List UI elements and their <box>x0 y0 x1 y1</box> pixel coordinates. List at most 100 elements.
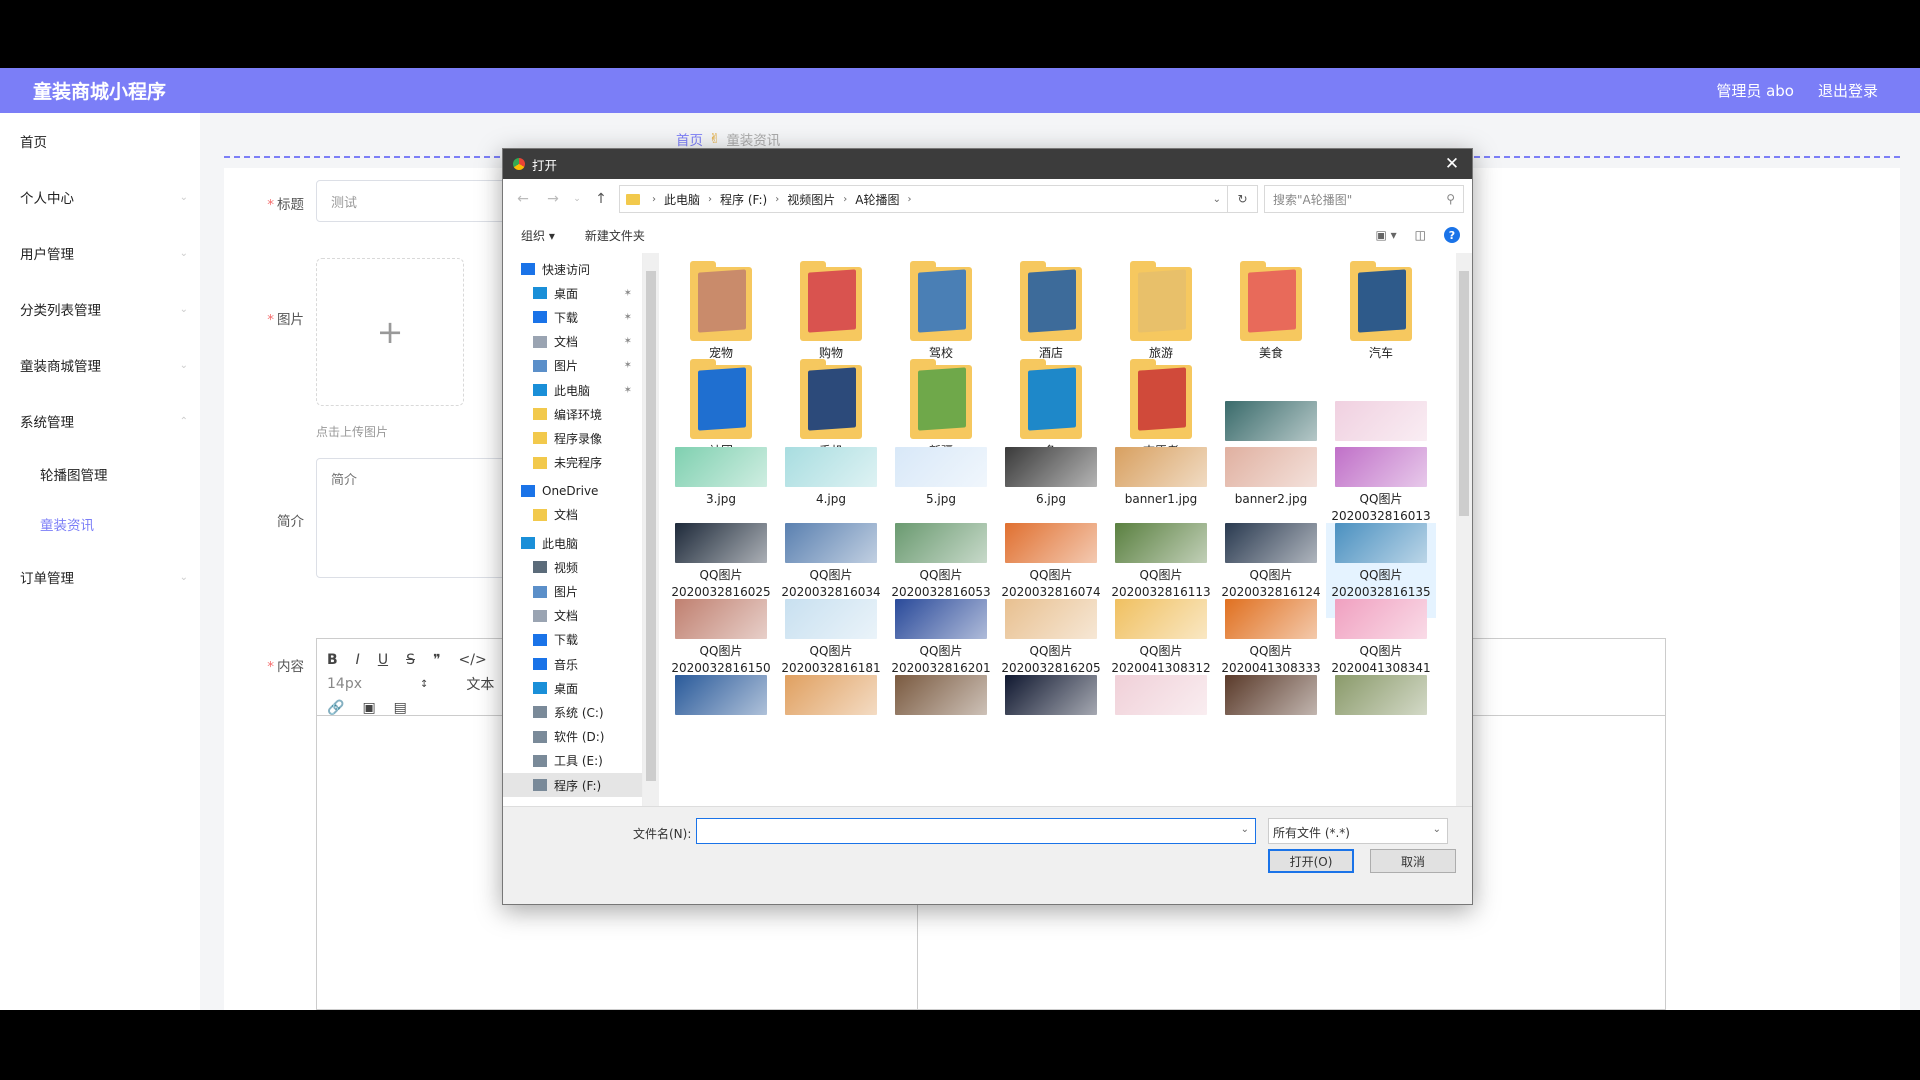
tree-item[interactable]: 系统 (C:) <box>503 700 642 724</box>
file-item[interactable] <box>1106 675 1216 719</box>
sidebar-item-system[interactable]: 系统管理 ⌃ <box>0 393 200 449</box>
folder-item[interactable]: 宠物 <box>666 261 776 362</box>
bold-icon[interactable]: B <box>327 652 338 668</box>
tree-item[interactable]: 工具 (E:) <box>503 749 642 773</box>
help-icon[interactable]: ? <box>1444 227 1460 243</box>
tree-item[interactable]: 软件 (D:) <box>503 725 642 749</box>
tree-item[interactable]: 程序 (F:) <box>503 772 642 798</box>
tree-item[interactable]: 快速访问 <box>503 257 642 281</box>
tree-item-label: 此电脑 <box>554 383 591 398</box>
font-size-select[interactable]: 14px <box>327 676 362 692</box>
folder-item[interactable]: 手机 <box>776 359 886 460</box>
file-item[interactable] <box>666 675 776 719</box>
file-item[interactable]: banner1.jpg <box>1106 447 1216 508</box>
sidebar-item-profile[interactable]: 个人中心 ⌄ <box>0 169 200 225</box>
organize-menu[interactable]: 组织 ▾ <box>521 227 555 244</box>
file-name: banner2.jpg <box>1234 492 1308 506</box>
folder-item[interactable]: 酒店 <box>996 261 1106 362</box>
tree-item[interactable]: 编译环境 <box>503 402 642 426</box>
grid-scrollbar[interactable] <box>1456 253 1472 806</box>
tree-item[interactable]: 下载 <box>503 628 642 652</box>
file-item[interactable]: banner2.jpg <box>1216 447 1326 508</box>
file-item[interactable]: 6.jpg <box>996 447 1106 508</box>
tree-item[interactable]: 程序录像 <box>503 426 642 450</box>
folder-item[interactable]: 汽车 <box>1326 261 1436 362</box>
up-arrow-icon[interactable]: ↑ <box>589 191 613 207</box>
folder-item[interactable]: 新疆 <box>886 359 996 460</box>
path-crumb[interactable]: 此电脑 <box>664 191 700 208</box>
sidebar-item-mall[interactable]: 童装商城管理 ⌄ <box>0 337 200 393</box>
sidebar-item-orders[interactable]: 订单管理 ⌄ <box>0 549 200 605</box>
sidebar-item-categories[interactable]: 分类列表管理 ⌄ <box>0 281 200 337</box>
scroll-thumb[interactable] <box>646 271 656 781</box>
scroll-thumb[interactable] <box>1459 271 1469 516</box>
folder-item[interactable]: 购物 <box>776 261 886 362</box>
file-item[interactable]: 4.jpg <box>776 447 886 508</box>
file-item[interactable] <box>776 675 886 719</box>
filetype-select[interactable]: 所有文件 (*.*) ⌄ <box>1268 818 1448 844</box>
breadcrumb-home[interactable]: 首页 <box>676 129 703 149</box>
file-item[interactable] <box>1216 675 1326 719</box>
folder-item[interactable]: 志愿者 <box>1106 359 1216 460</box>
open-button[interactable]: 打开(O) <box>1268 849 1354 873</box>
tree-item[interactable]: 此电脑 <box>503 531 642 555</box>
text-style-select[interactable]: 文本 <box>466 674 494 694</box>
chevron-down-icon[interactable]: ⌄ <box>1213 194 1221 205</box>
tree-item[interactable]: 图片 <box>503 579 642 603</box>
tree-scrollbar[interactable] <box>643 253 659 806</box>
strikethrough-icon[interactable]: S <box>406 652 415 668</box>
file-item[interactable]: 3.jpg <box>666 447 776 508</box>
close-icon[interactable]: ✕ <box>1432 154 1472 174</box>
tree-item[interactable]: 此电脑 ✶ <box>503 378 642 402</box>
recent-chevron-icon[interactable]: ⌄ <box>571 194 583 204</box>
preview-pane-icon[interactable]: ◫ <box>1415 228 1426 242</box>
tree-item[interactable]: OneDrive <box>503 479 642 503</box>
folder-item[interactable]: 鱼 <box>996 359 1106 460</box>
sidebar-item-users[interactable]: 用户管理 ⌄ <box>0 225 200 281</box>
path-crumb[interactable]: 视频图片 <box>787 191 835 208</box>
image-icon[interactable]: ▣ <box>362 700 375 716</box>
tree-item[interactable]: 视频 <box>503 555 642 579</box>
filename-input[interactable]: ⌄ <box>696 818 1256 844</box>
tree-item[interactable]: 图片 ✶ <box>503 354 642 378</box>
chevron-down-icon[interactable]: ⌄ <box>1241 824 1249 835</box>
search-input[interactable]: 搜索"A轮播图" ⚲ <box>1264 185 1464 213</box>
file-item[interactable] <box>886 675 996 719</box>
folder-item[interactable]: 驾校 <box>886 261 996 362</box>
file-item[interactable] <box>1326 675 1436 719</box>
sidebar-item-carousel[interactable]: 轮播图管理 <box>0 449 200 499</box>
tree-item[interactable]: 桌面 <box>503 676 642 700</box>
tree-item[interactable]: 音乐 <box>503 652 642 676</box>
folder-item[interactable]: 社团 <box>666 359 776 460</box>
tree-item[interactable]: 文档 <box>503 604 642 628</box>
logout-link[interactable]: 退出登录 <box>1818 80 1878 101</box>
back-arrow-icon[interactable]: ← <box>511 191 535 207</box>
video-icon[interactable]: ▤ <box>394 700 407 716</box>
code-icon[interactable]: </> <box>459 652 487 668</box>
italic-icon[interactable]: I <box>356 652 360 668</box>
folder-item[interactable]: 旅游 <box>1106 261 1216 362</box>
sidebar-item-home[interactable]: 首页 <box>0 113 200 169</box>
path-crumb[interactable]: 程序 (F:) <box>720 191 767 208</box>
sidebar-item-news[interactable]: 童装资讯 <box>0 499 200 549</box>
tree-item[interactable]: 文档 <box>503 503 642 527</box>
view-icon[interactable]: ▣ ▾ <box>1375 228 1396 242</box>
link-icon[interactable]: 🔗 <box>327 700 344 716</box>
tree-item[interactable]: 未完程序 <box>503 451 642 475</box>
forward-arrow-icon[interactable]: → <box>541 191 565 207</box>
tree-item[interactable]: 文档 ✶ <box>503 330 642 354</box>
file-item[interactable] <box>996 675 1106 719</box>
underline-icon[interactable]: U <box>378 652 388 668</box>
cancel-button[interactable]: 取消 <box>1370 849 1456 873</box>
address-bar[interactable]: › 此电脑 › 程序 (F:) › 视频图片 › A轮播图 › ⌄ ↻ <box>619 185 1258 213</box>
refresh-icon[interactable]: ↻ <box>1227 186 1257 212</box>
tree-item[interactable]: 下载 ✶ <box>503 305 642 329</box>
path-crumb[interactable]: A轮播图 <box>855 191 899 208</box>
new-folder-button[interactable]: 新建文件夹 <box>585 227 645 244</box>
file-item[interactable]: 5.jpg <box>886 447 996 508</box>
folder-item[interactable]: 美食 <box>1216 261 1326 362</box>
quote-icon[interactable]: ❞ <box>433 652 441 668</box>
chevron-down-icon: ⌄ <box>179 303 188 315</box>
upload-box[interactable]: + <box>316 258 464 406</box>
tree-item[interactable]: 桌面 ✶ <box>503 281 642 305</box>
